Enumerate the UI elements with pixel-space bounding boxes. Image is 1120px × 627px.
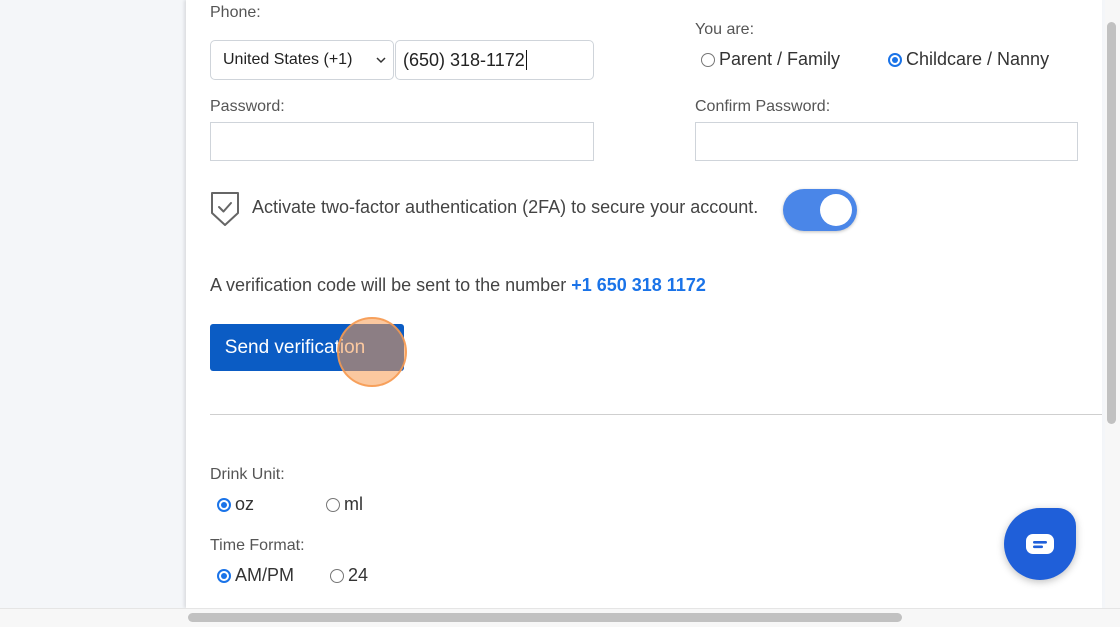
verification-message: A verification code will be sent to the …	[210, 275, 706, 296]
radio-button-selected[interactable]	[217, 568, 231, 583]
verification-number: +1 650 318 1172	[571, 275, 706, 295]
two-factor-toggle[interactable]	[783, 189, 857, 231]
time-format-option-label: 24	[348, 565, 369, 585]
horizontal-scrollbar-thumb[interactable]	[188, 613, 902, 622]
time-format-label: Time Format:	[210, 537, 305, 554]
time-format-option-label: AM/PM	[235, 565, 295, 585]
role-option-childcare[interactable]: Childcare / Nanny	[888, 49, 1049, 70]
confirm-password-label: Confirm Password:	[695, 98, 831, 115]
drink-unit-label: Drink Unit:	[210, 466, 285, 483]
chat-launcher-button[interactable]	[1004, 508, 1076, 580]
radio-button-selected[interactable]	[888, 52, 902, 67]
time-format-option-ampm[interactable]: AM/PM	[217, 565, 294, 586]
country-code-select[interactable]: United States (+1)	[210, 40, 394, 80]
role-option-parent[interactable]: Parent / Family	[701, 49, 840, 70]
toggle-knob	[820, 194, 852, 226]
two-factor-text: Activate two-factor authentication (2FA)…	[252, 197, 759, 217]
radio-button[interactable]	[701, 52, 715, 67]
drink-unit-option-label: oz	[235, 494, 255, 514]
settings-card	[186, 0, 1102, 608]
horizontal-scrollbar[interactable]	[0, 608, 1120, 627]
phone-label: Phone:	[210, 4, 261, 21]
shield-check-icon	[211, 192, 239, 226]
click-indicator	[337, 317, 407, 387]
confirm-password-input[interactable]	[695, 122, 1078, 161]
chat-bubble-icon	[1026, 534, 1054, 554]
role-option-label: Childcare / Nanny	[906, 49, 1050, 69]
drink-unit-option-oz[interactable]: oz	[217, 494, 254, 515]
phone-number-value: (650) 318-1172	[403, 49, 525, 70]
country-code-value: United States (+1)	[223, 51, 353, 68]
password-input[interactable]	[210, 122, 594, 161]
chevron-down-icon	[376, 57, 386, 64]
role-label: You are:	[695, 21, 755, 38]
phone-number-input[interactable]: (650) 318-1172	[395, 40, 594, 80]
verification-text: A verification code will be sent to the …	[210, 275, 567, 295]
drink-unit-option-ml[interactable]: ml	[326, 494, 363, 515]
password-label: Password:	[210, 98, 285, 115]
drink-unit-option-label: ml	[344, 494, 363, 514]
radio-button[interactable]	[326, 497, 340, 512]
role-option-label: Parent / Family	[719, 49, 841, 69]
radio-button-selected[interactable]	[217, 497, 231, 512]
vertical-scrollbar-thumb[interactable]	[1107, 22, 1116, 424]
vertical-scrollbar[interactable]	[1105, 0, 1120, 608]
text-caret	[525, 50, 527, 70]
time-format-option-24[interactable]: 24	[330, 565, 368, 586]
radio-button[interactable]	[330, 568, 344, 583]
section-divider	[210, 414, 1102, 415]
